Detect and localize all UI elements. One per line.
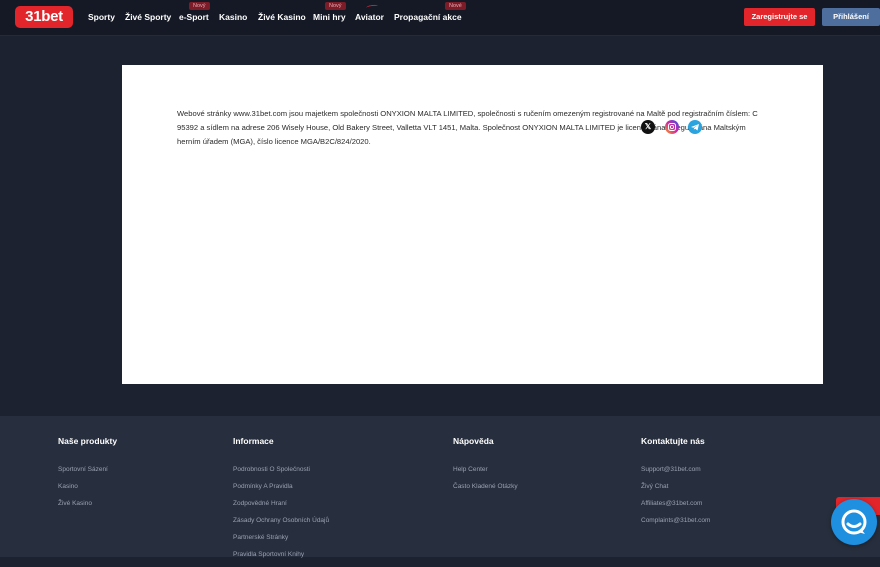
nav-propagacni-akce[interactable]: Propagační akce [394, 12, 462, 22]
nav-mini-hry-badge: Nový [325, 2, 346, 10]
x-icon[interactable]: 𝕏 [641, 120, 655, 134]
nav-zive-kasino[interactable]: Živé Kasino [258, 12, 306, 22]
aviator-logo-icon [365, 4, 379, 10]
footer-link-kasino[interactable]: Kasino [58, 482, 117, 499]
nav-mini-hry[interactable]: Mini hry [313, 12, 346, 22]
footer-column-title: Informace [233, 436, 274, 446]
footer-link-responsible-gaming[interactable]: Zodpovědné Hraní [233, 499, 329, 516]
footer-link-zive-kasino[interactable]: Živé Kasino [58, 499, 117, 516]
top-navigation-bar: 31bet Sporty Živé Sporty Nový e-Sport Ka… [0, 0, 880, 36]
footer-link-faq[interactable]: Často Kladené Otázky [453, 482, 518, 499]
nav-esport[interactable]: e-Sport [179, 12, 209, 22]
footer-column-help: Nápověda Help Center Často Kladené Otázk… [453, 436, 518, 499]
footer-link-partner-pages[interactable]: Partnerské Stránky [233, 533, 329, 550]
nav-zive-sporty[interactable]: Živé Sporty [125, 12, 171, 22]
login-button[interactable]: Přihlášení [822, 8, 880, 26]
footer-column-title: Naše produkty [58, 436, 118, 446]
nav-sporty[interactable]: Sporty [88, 12, 115, 22]
footer-link-company-details[interactable]: Podrobnosti O Společnosti [233, 465, 329, 482]
telegram-icon[interactable] [688, 120, 702, 134]
nav-esport-badge: Nový [189, 2, 210, 10]
footer-column-contact: Kontaktujte nás Support@31bet.com Živý C… [641, 436, 710, 533]
footer-link-sportovni-sazeni[interactable]: Sportovní Sázení [58, 465, 117, 482]
register-button[interactable]: Zaregistrujte se [744, 8, 815, 26]
instagram-icon[interactable] [665, 120, 679, 134]
footer-column-title: Kontaktujte nás [641, 436, 705, 446]
footer-link-support-email[interactable]: Support@31bet.com [641, 465, 710, 482]
footer-column-title: Nápověda [453, 436, 494, 446]
footer-column-information: Informace Podrobnosti O Společnosti Podm… [233, 436, 329, 567]
content-panel: Webové stránky www.31bet.com jsou majetk… [122, 65, 823, 384]
footer-link-affiliates-email[interactable]: Affiliates@31bet.com [641, 499, 710, 516]
footer-link-live-chat[interactable]: Živý Chat [641, 482, 710, 499]
footer-link-help-center[interactable]: Help Center [453, 465, 518, 482]
nav-aviator[interactable]: Aviator [355, 12, 384, 22]
footer-link-sportsbook-rules[interactable]: Pravidla Sportovní Knihy [233, 550, 329, 567]
footer-link-privacy-policy[interactable]: Zásady Ochrany Osobních Údajů [233, 516, 329, 533]
footer-link-terms[interactable]: Podmínky A Pravidla [233, 482, 329, 499]
chat-bubble-icon[interactable] [831, 499, 877, 545]
site-logo[interactable]: 31bet [15, 6, 73, 28]
footer: Naše produkty Sportovní Sázení Kasino Ži… [0, 416, 880, 558]
footer-column-products: Naše produkty Sportovní Sázení Kasino Ži… [58, 436, 117, 516]
footer-link-complaints-email[interactable]: Complaints@31bet.com [641, 516, 710, 533]
nav-kasino[interactable]: Kasino [219, 12, 247, 22]
nav-promo-badge: Nové [445, 2, 466, 10]
